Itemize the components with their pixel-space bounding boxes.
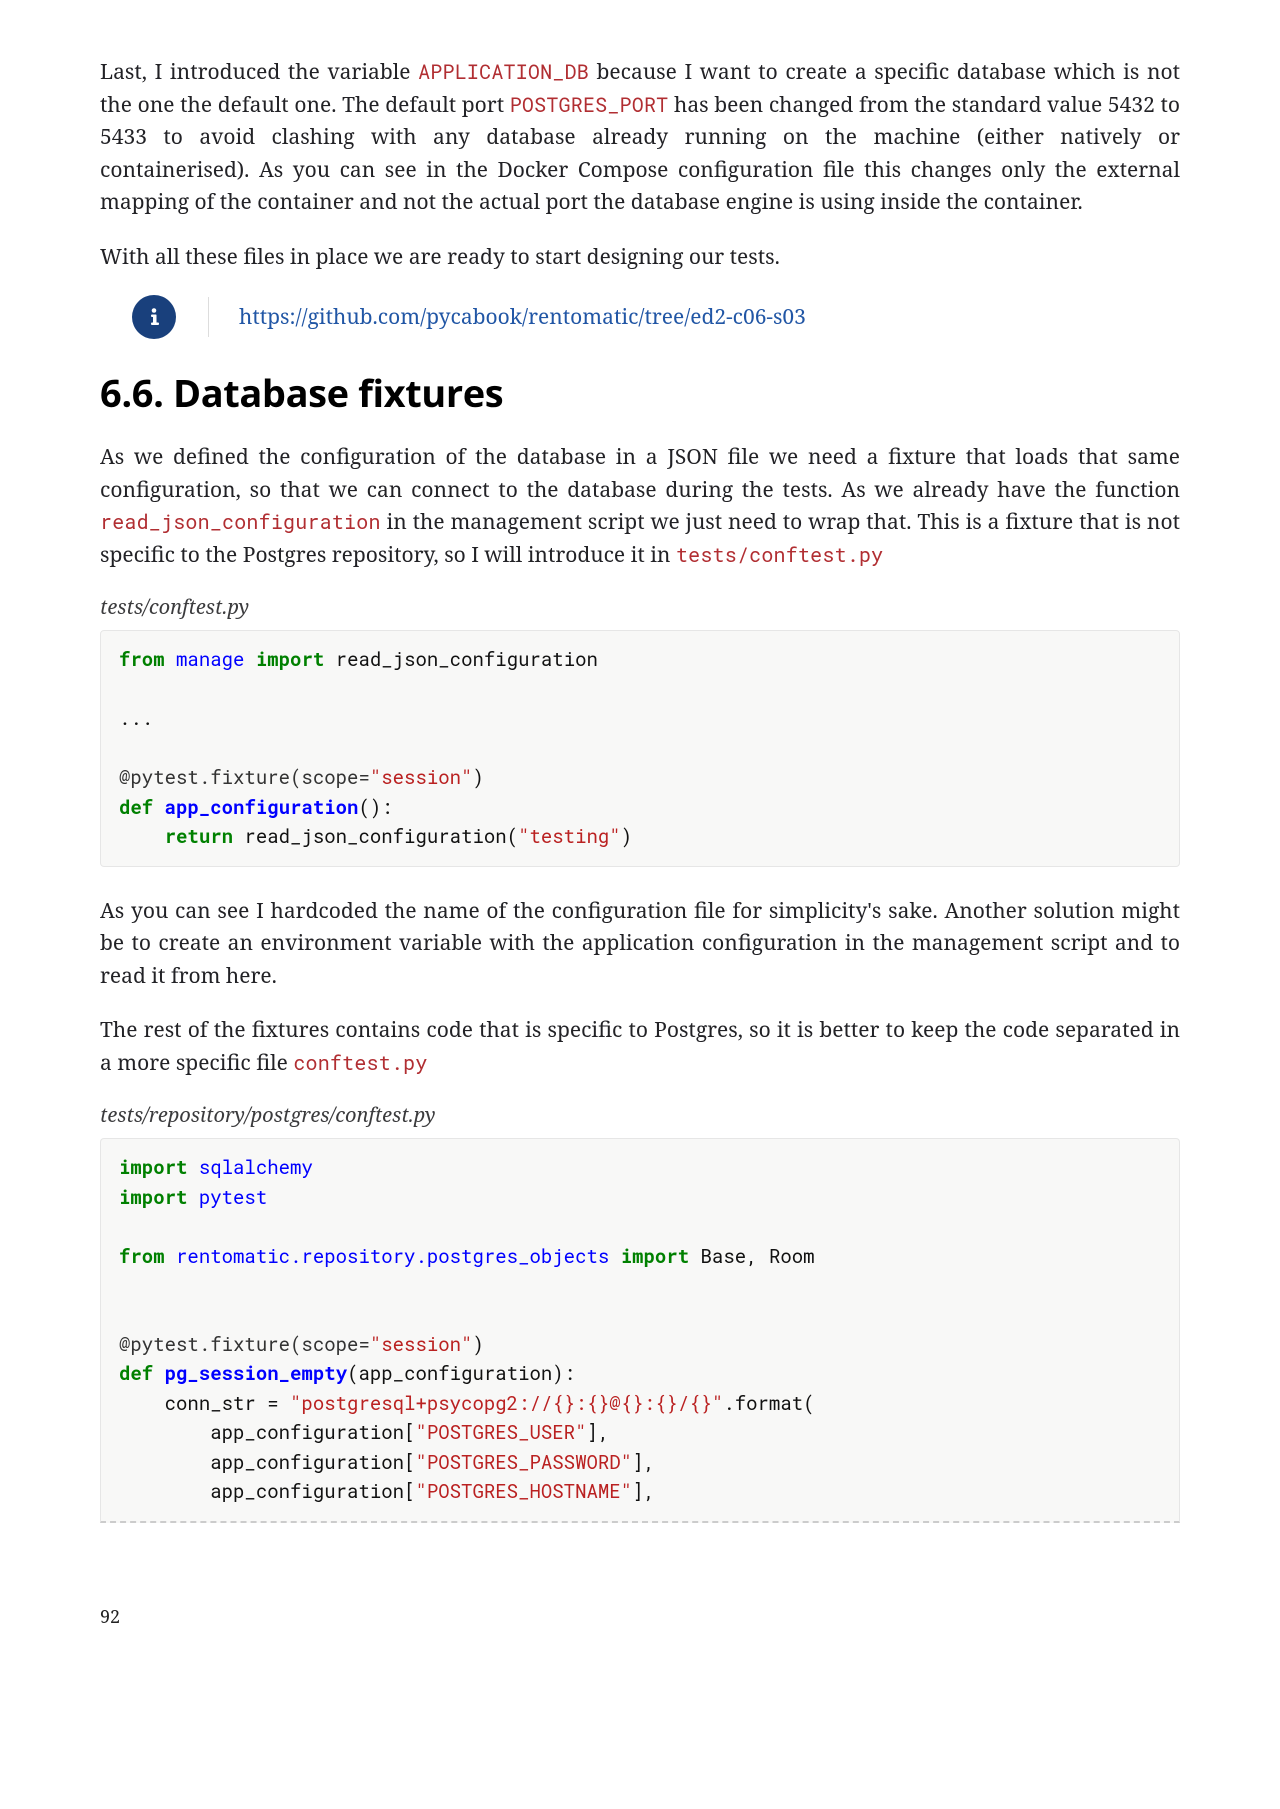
source-link[interactable]: https://github.com/pycabook/rentomatic/t…: [239, 303, 806, 331]
page-number: 92: [100, 1605, 1180, 1629]
code-caption: tests/repository/postgres/conftest.py: [100, 1101, 1180, 1128]
paragraph: As we defined the configuration of the d…: [100, 441, 1180, 571]
info-icon: [132, 295, 176, 339]
tip-content: https://github.com/pycabook/rentomatic/t…: [239, 303, 806, 331]
inline-code: APPLICATION_DB: [418, 59, 589, 85]
text: Last, I introduced the variable: [100, 58, 418, 86]
paragraph-intro: Last, I introduced the variable APPLICAT…: [100, 56, 1180, 219]
inline-code: conftest.py: [293, 1050, 427, 1076]
code-block: from manage import read_json_configurati…: [100, 630, 1180, 866]
section-heading: 6.6. Database fixtures: [100, 367, 1180, 419]
inline-code: read_json_configuration: [100, 509, 381, 535]
code-block: import sqlalchemy import pytest from ren…: [100, 1138, 1180, 1522]
inline-code: POSTGRES_PORT: [510, 92, 669, 118]
text: As we defined the configuration of the d…: [100, 443, 1180, 504]
code-caption: tests/conftest.py: [100, 593, 1180, 620]
paragraph: As you can see I hardcoded the name of t…: [100, 895, 1180, 993]
tip-admonition: https://github.com/pycabook/rentomatic/t…: [100, 295, 1180, 339]
paragraph: The rest of the fixtures contains code t…: [100, 1014, 1180, 1079]
text: The rest of the fixtures contains code t…: [100, 1016, 1180, 1077]
inline-code: tests/conftest.py: [676, 542, 883, 568]
divider: [208, 297, 209, 337]
paragraph: With all these files in place we are rea…: [100, 241, 1180, 274]
